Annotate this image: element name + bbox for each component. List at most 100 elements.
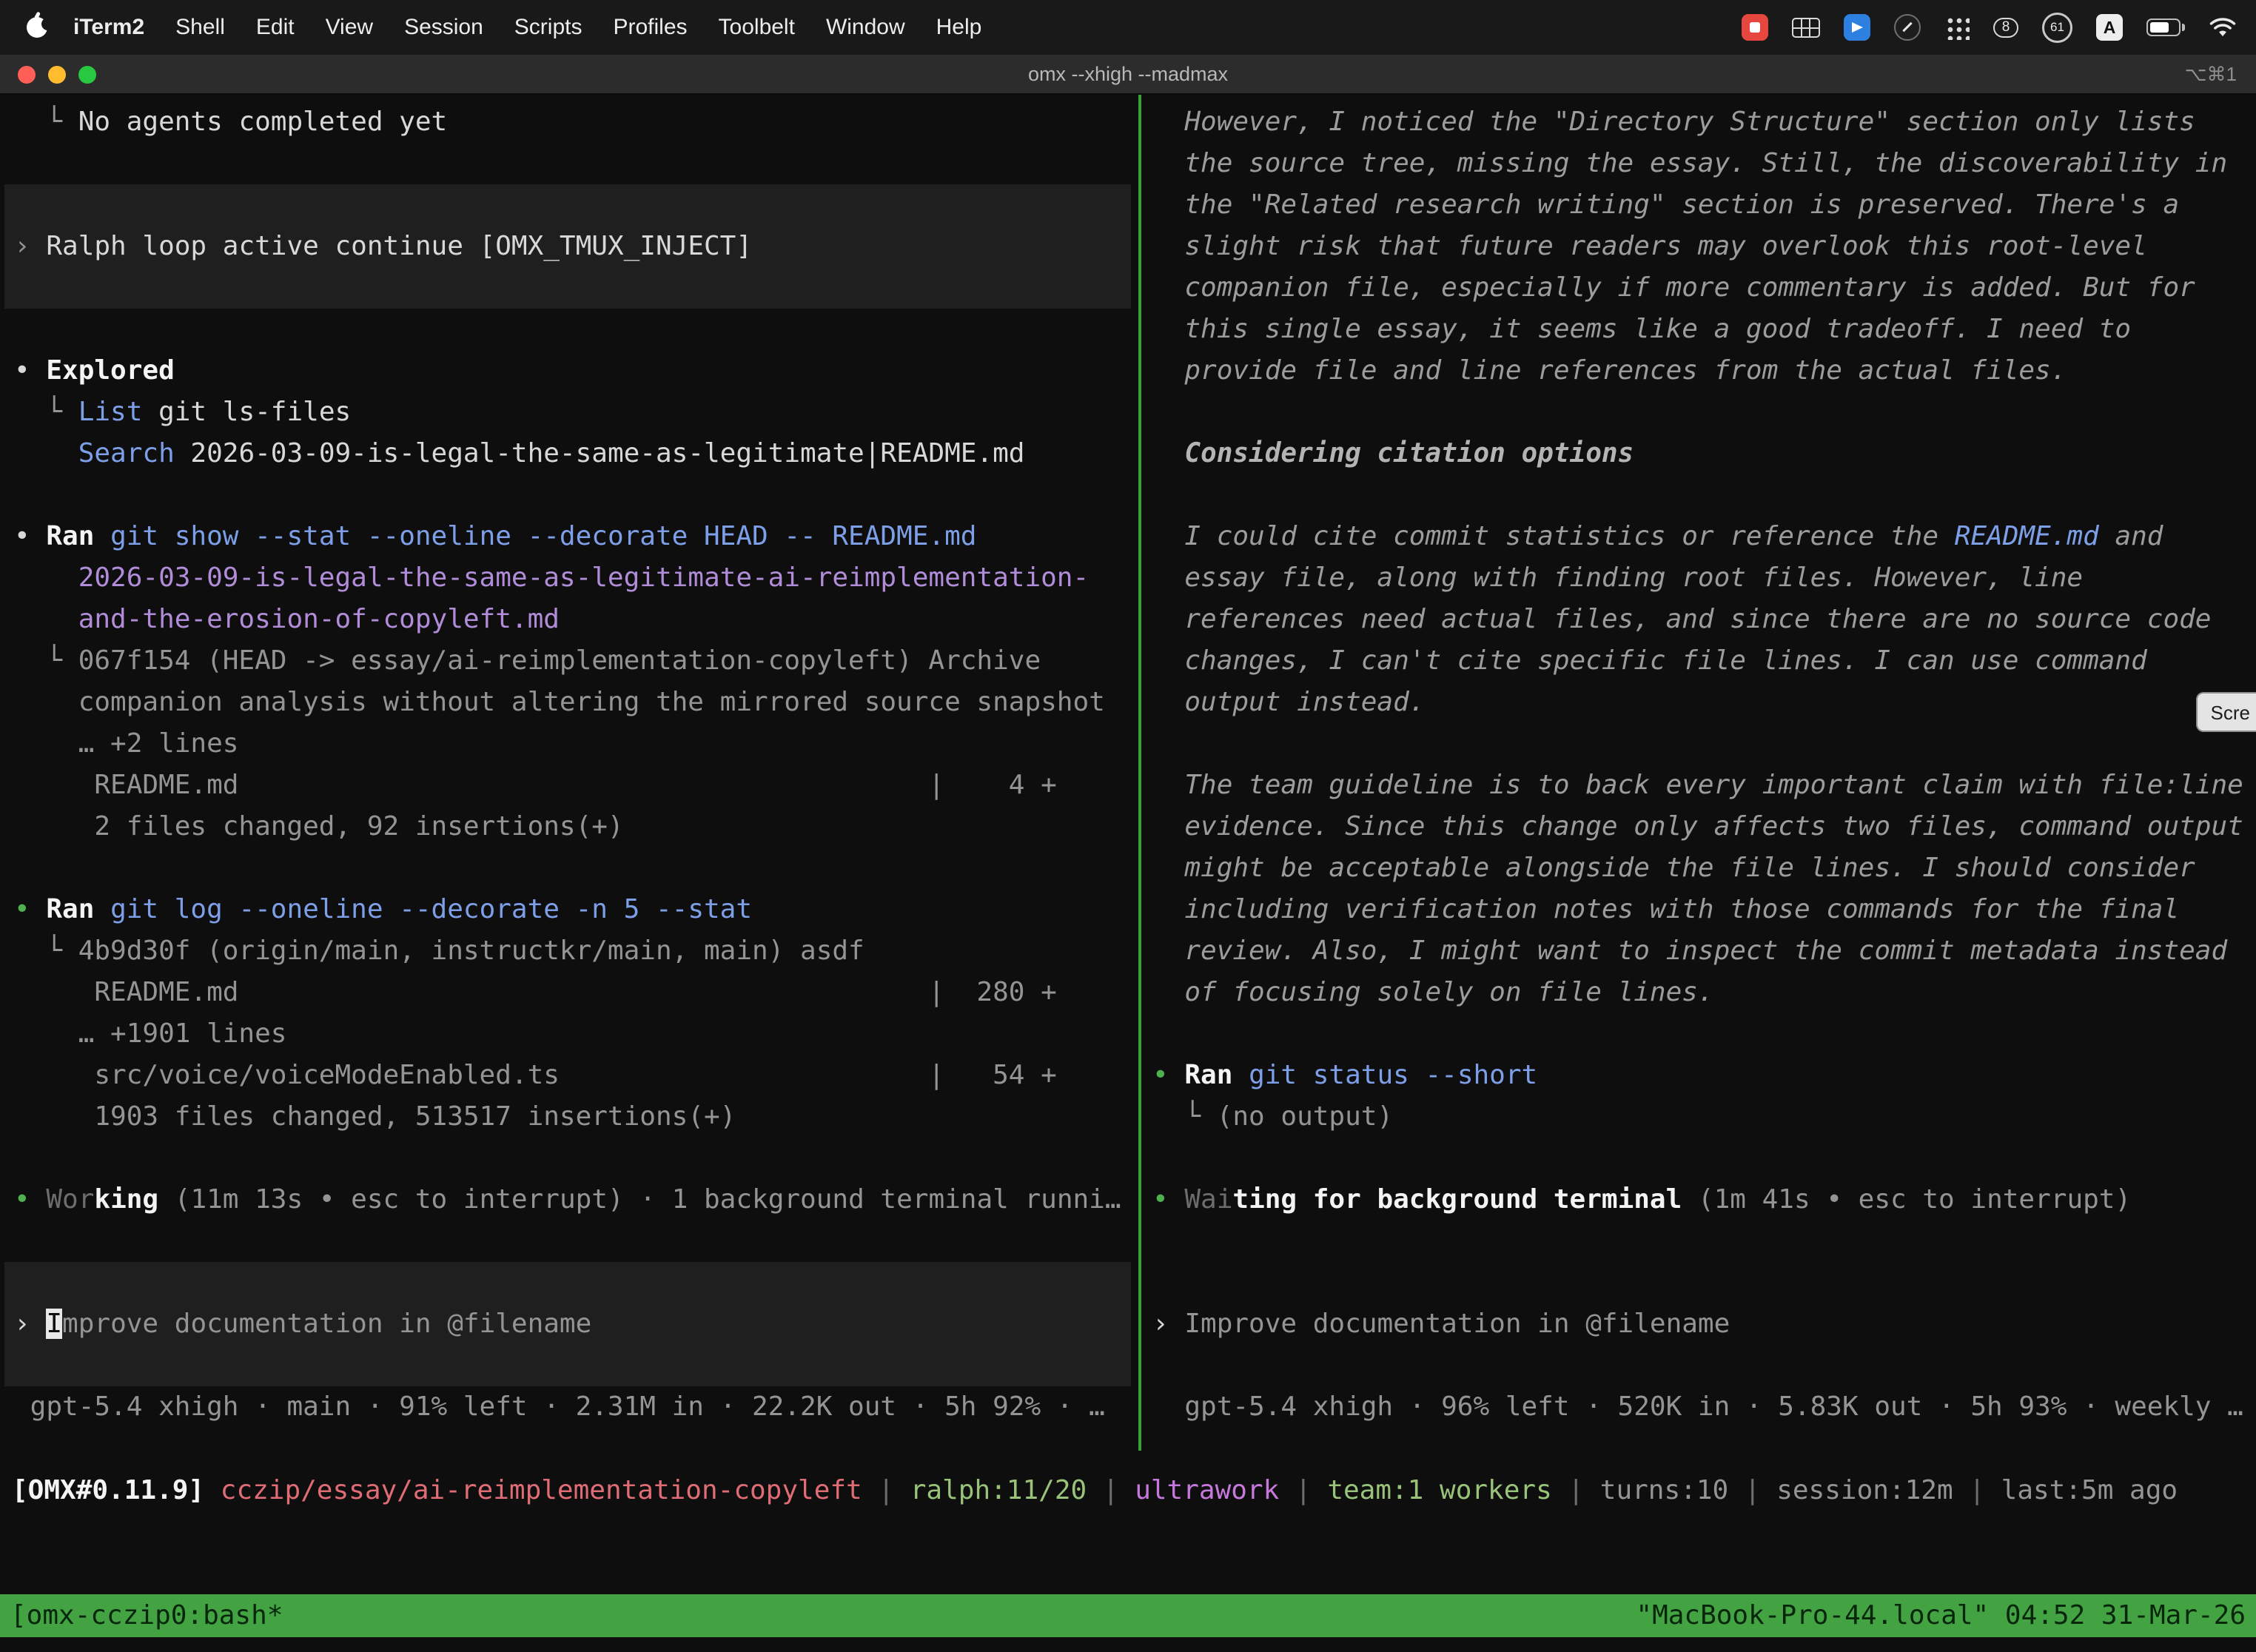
desktop: { "colors":{ "term-bg":"#0e0e0e", "panel… <box>0 0 2256 1652</box>
menu-item-iterm2[interactable]: iTerm2 <box>58 0 160 55</box>
dots-grid-icon[interactable] <box>1944 15 1970 40</box>
terminal-line: and-the-erosion-of-copyleft.md <box>14 599 1138 640</box>
omx-status-bar: [OMX#0.11.9] cczip/essay/ai-reimplementa… <box>12 1470 2178 1511</box>
window-title-bar[interactable]: omx --xhigh --madmax ⌥⌘1 <box>0 55 2256 95</box>
input-source-icon[interactable]: A <box>2096 14 2123 41</box>
zoom-window-button[interactable] <box>78 66 96 84</box>
terminal-line: 2 files changed, 92 insertions(+) <box>14 806 1138 847</box>
menu-item-scripts[interactable]: Scripts <box>499 0 598 55</box>
terminal-line <box>1152 723 2256 765</box>
terminal-line: README.md | 280 + <box>14 972 1138 1013</box>
terminal-line <box>1152 1345 2256 1386</box>
battery-fill <box>2150 22 2169 33</box>
prompt-input[interactable]: › Improve documentation in @filename <box>14 1303 1138 1345</box>
terminal-line <box>14 267 1138 309</box>
working-indicator: • Working (11m 13s • esc to interrupt) ·… <box>14 1179 1138 1220</box>
thinking-heading: Considering citation options <box>1152 433 2256 474</box>
terminal-line: provide file and line references from th… <box>1152 350 2256 392</box>
terminal-line: … +2 lines <box>14 723 1138 765</box>
terminal-line <box>1152 392 2256 433</box>
terminal-line: output instead. <box>1152 682 2256 723</box>
battery-icon[interactable] <box>2146 19 2185 36</box>
model-status-line: gpt-5.4 xhigh · main · 91% left · 2.31M … <box>14 1386 1138 1428</box>
right-pane-rows: However, I noticed the "Directory Struct… <box>1152 101 2256 1428</box>
terminal-line: However, I noticed the "Directory Struct… <box>1152 101 2256 143</box>
menu-item-shell[interactable]: Shell <box>160 0 241 55</box>
menu-item-edit[interactable]: Edit <box>241 0 310 55</box>
terminal-line: of focusing solely on file lines. <box>1152 972 2256 1013</box>
terminal-line: • Ran git log --oneline --decorate -n 5 … <box>14 889 1138 930</box>
terminal-line: the source tree, missing the essay. Stil… <box>1152 143 2256 184</box>
terminal-line <box>14 1138 1138 1179</box>
terminal-line <box>14 847 1138 889</box>
screen-recording-icon[interactable] <box>1742 14 1768 41</box>
close-window-button[interactable] <box>18 66 36 84</box>
terminal-line <box>14 1262 1138 1303</box>
left-pane-rows: └ No agents completed yet› Ralph loop ac… <box>14 101 1138 1428</box>
tmux-panes: └ No agents completed yet› Ralph loop ac… <box>0 95 2256 1451</box>
terminal-line: evidence. Since this change only affects… <box>1152 806 2256 847</box>
blue-app-icon[interactable] <box>1844 14 1870 41</box>
terminal-line: … +1901 lines <box>14 1013 1138 1055</box>
battery-tip <box>2182 24 2185 31</box>
terminal-line: changes, I can't cite specific file line… <box>1152 640 2256 682</box>
terminal-line: references need actual files, and since … <box>1152 599 2256 640</box>
terminal-line <box>14 184 1138 226</box>
terminal-line: the "Related research writing" section i… <box>1152 184 2256 226</box>
terminal-line <box>14 1345 1138 1386</box>
terminal-line <box>1152 1138 2256 1179</box>
terminal-line: └ (no output) <box>1152 1096 2256 1138</box>
terminal-line: slight risk that future readers may over… <box>1152 226 2256 267</box>
menu-item-profiles[interactable]: Profiles <box>597 0 702 55</box>
terminal-line: I could cite commit statistics or refere… <box>1152 516 2256 557</box>
terminal-line: including verification notes with those … <box>1152 889 2256 930</box>
battery-percent-icon[interactable]: 61 <box>2042 13 2072 43</box>
omx-status-line: [OMX#0.11.9] cczip/essay/ai-reimplementa… <box>12 1470 2178 1511</box>
terminal-line <box>14 309 1138 350</box>
menu-bar: iTerm2 Shell Edit View Session Scripts P… <box>0 0 2256 55</box>
terminal-line: • Ran git status --short <box>1152 1055 2256 1096</box>
menu-item-session[interactable]: Session <box>389 0 499 55</box>
left-terminal-pane[interactable]: └ No agents completed yet› Ralph loop ac… <box>0 95 1138 1451</box>
menu-item-view[interactable]: View <box>310 0 389 55</box>
terminal-line <box>1152 474 2256 516</box>
tmux-session-label: [omx-cczip0:bash* <box>10 1594 283 1637</box>
right-terminal-pane[interactable]: However, I noticed the "Directory Struct… <box>1141 95 2256 1451</box>
terminal-line <box>1152 1262 2256 1303</box>
prompt-input[interactable]: › Improve documentation in @filename <box>1152 1303 2256 1345</box>
terminal-line <box>1152 1220 2256 1262</box>
terminal-line <box>1152 1013 2256 1055</box>
terminal-window: └ No agents completed yet› Ralph loop ac… <box>0 95 2256 1652</box>
inject-banner-line: › Ralph loop active continue [OMX_TMUX_I… <box>14 226 1138 267</box>
terminal-line: └ List git ls-files <box>14 392 1138 433</box>
terminal-line: • Explored <box>14 350 1138 392</box>
terminal-line: companion analysis without altering the … <box>14 682 1138 723</box>
terminal-line: companion file, especially if more comme… <box>1152 267 2256 309</box>
terminal-line: review. Also, I might want to inspect th… <box>1152 930 2256 972</box>
apple-icon[interactable] <box>27 17 47 38</box>
terminal-line: README.md | 4 + <box>14 765 1138 806</box>
tmux-host-clock: "MacBook-Pro-44.local" 04:52 31-Mar-26 <box>1636 1594 2246 1637</box>
menu-item-window[interactable]: Window <box>810 0 921 55</box>
terminal-line: src/voice/voiceModeEnabled.ts | 54 + <box>14 1055 1138 1096</box>
wifi-icon[interactable] <box>2209 16 2237 38</box>
terminal-line: └ 4b9d30f (origin/main, instructkr/main,… <box>14 930 1138 972</box>
menu-item-help[interactable]: Help <box>921 0 998 55</box>
terminal-line: └ 067f154 (HEAD -> essay/ai-reimplementa… <box>14 640 1138 682</box>
menu-item-toolbelt[interactable]: Toolbelt <box>703 0 810 55</box>
terminal-line: 2026-03-09-is-legal-the-same-as-legitima… <box>14 557 1138 599</box>
key-icon[interactable]: 8 <box>1993 18 2018 38</box>
terminal-line: 1903 files changed, 513517 insertions(+) <box>14 1096 1138 1138</box>
keyboard-grid-icon[interactable] <box>1792 18 1820 38</box>
waiting-indicator: • Waiting for background terminal (1m 41… <box>1152 1179 2256 1220</box>
terminal-line <box>14 143 1138 184</box>
terminal-line: this single essay, it seems like a good … <box>1152 309 2256 350</box>
screen-share-tip[interactable]: Scre <box>2196 692 2256 732</box>
traffic-lights <box>18 55 96 95</box>
terminal-line: • Ran git show --stat --oneline --decora… <box>14 516 1138 557</box>
terminal-line: essay file, along with finding root file… <box>1152 557 2256 599</box>
minimize-window-button[interactable] <box>48 66 66 84</box>
window-title: omx --xhigh --madmax <box>1028 63 1228 86</box>
dark-app-icon[interactable] <box>1894 14 1921 41</box>
terminal-line: Search 2026-03-09-is-legal-the-same-as-l… <box>14 433 1138 474</box>
